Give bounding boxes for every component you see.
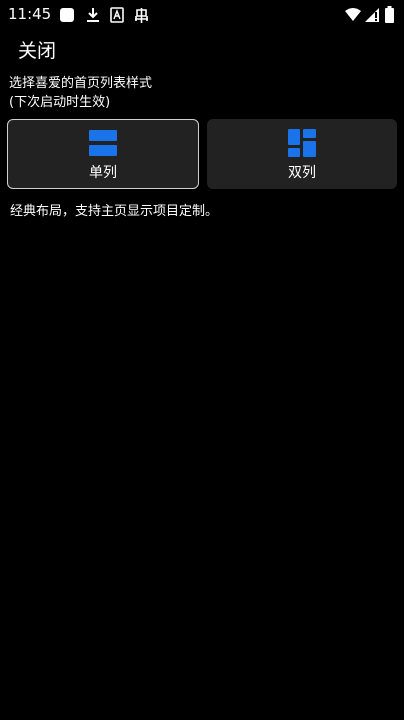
download-icon <box>87 8 99 22</box>
double-column-label: 双列 <box>288 165 316 181</box>
prompt-note: (下次启动时生效) <box>9 95 111 110</box>
double-column-layout-icon <box>288 129 316 157</box>
signal-icon <box>365 8 379 22</box>
status-time: 11:45 <box>8 5 52 23</box>
single-column-option[interactable]: 单列 <box>7 119 199 189</box>
layout-prompt: 选择喜爱的首页列表样式 (下次启动时生效) <box>9 74 152 112</box>
battery-icon <box>385 6 394 23</box>
layout-description: 经典布局，支持主页显示项目定制。 <box>10 204 219 219</box>
close-button[interactable]: 关闭 <box>18 39 56 63</box>
single-column-label: 单列 <box>89 165 117 181</box>
prompt-title: 选择喜爱的首页列表样式 <box>9 76 153 91</box>
wifi-icon <box>345 8 361 21</box>
notification-square-icon <box>60 8 74 22</box>
double-column-option[interactable]: 双列 <box>207 119 397 189</box>
status-bar: 11:45 <box>0 0 404 30</box>
app-a-icon <box>110 7 124 23</box>
bug-icon <box>135 8 148 23</box>
single-column-layout-icon <box>89 130 117 156</box>
